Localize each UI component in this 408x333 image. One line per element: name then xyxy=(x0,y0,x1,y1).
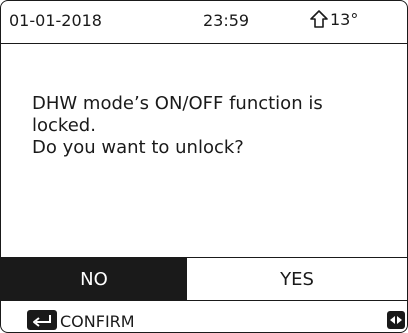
dialog-message: DHW mode’s ON/OFF function is locked. Do… xyxy=(32,93,323,158)
controller-screen: 01-01-2018 23:59 13° DHW mode’s ON/OFF f… xyxy=(0,0,408,333)
choice-row: NO YES xyxy=(1,257,407,301)
enter-key-icon xyxy=(27,310,57,330)
footer-hints: CONFIRM xyxy=(1,301,407,332)
outdoor-temperature: 13° xyxy=(309,7,358,31)
time-display: 23:59 xyxy=(203,11,250,30)
left-right-arrows-icon xyxy=(387,311,405,329)
date-display: 01-01-2018 xyxy=(9,11,102,30)
no-button-label: NO xyxy=(80,268,108,290)
yes-button[interactable]: YES xyxy=(187,258,407,300)
outdoor-temp-value: 13° xyxy=(330,9,359,29)
status-bar: 01-01-2018 23:59 13° xyxy=(1,1,407,44)
yes-button-label: YES xyxy=(280,268,314,290)
home-outline-icon xyxy=(310,10,328,28)
confirm-label: CONFIRM xyxy=(60,312,135,331)
no-button[interactable]: NO xyxy=(1,258,187,300)
